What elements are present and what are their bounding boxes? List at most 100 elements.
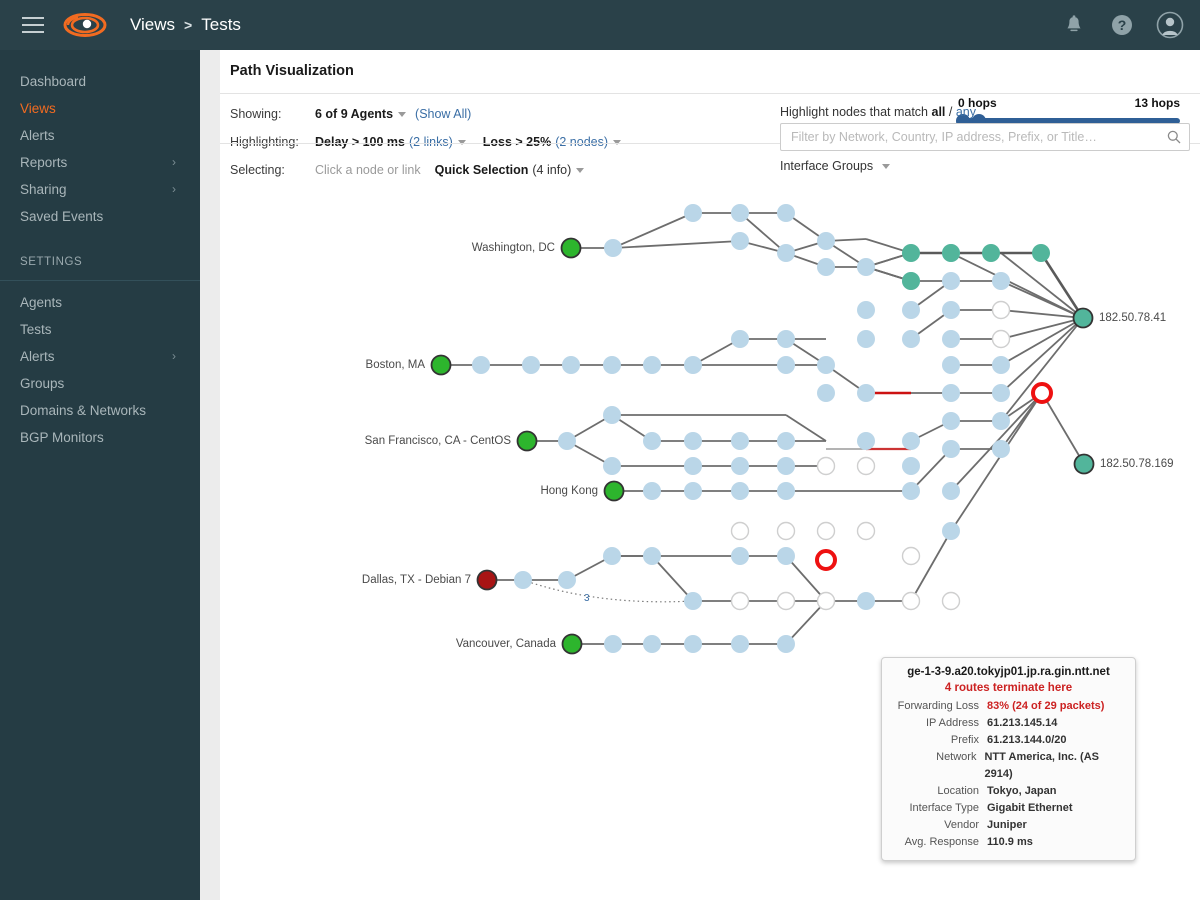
graph-node-hop[interactable] — [942, 301, 960, 319]
graph-node-hop[interactable] — [902, 432, 920, 450]
graph-node-hop[interactable] — [684, 482, 702, 500]
interface-groups-caret-icon[interactable] — [881, 164, 890, 170]
breadcrumb-item-views[interactable]: Views — [130, 15, 175, 35]
showing-value[interactable]: 6 of 9 Agents — [315, 107, 393, 121]
graph-edge[interactable] — [612, 240, 741, 249]
graph-node-hop[interactable] — [777, 244, 795, 262]
graph-node-hop[interactable] — [777, 547, 795, 565]
graph-node-no-response[interactable] — [901, 591, 921, 611]
chevron-right-icon[interactable]: › — [172, 176, 176, 203]
graph-node-no-response[interactable] — [856, 521, 876, 541]
graph-node-hop[interactable] — [942, 330, 960, 348]
sidebar-item-alerts[interactable]: Alerts — [0, 122, 200, 149]
graph-node-no-response[interactable] — [941, 591, 961, 611]
graph-node-no-response[interactable] — [856, 456, 876, 476]
graph-node-agent[interactable] — [476, 569, 498, 591]
highlight-loss-count[interactable]: (2 nodes) — [555, 135, 608, 149]
graph-node-hop[interactable] — [603, 356, 621, 374]
graph-node-hop[interactable] — [902, 457, 920, 475]
graph-node-hop[interactable] — [777, 635, 795, 653]
graph-node-hop[interactable] — [817, 258, 835, 276]
graph-node-no-response[interactable] — [776, 521, 796, 541]
graph-node-destination[interactable] — [1073, 453, 1095, 475]
graph-node-hop[interactable] — [777, 330, 795, 348]
graph-node-hop[interactable] — [857, 258, 875, 276]
graph-node-hop[interactable] — [942, 412, 960, 430]
interface-groups-label[interactable]: Interface Groups — [780, 159, 873, 173]
graph-node-destination-prefix[interactable] — [982, 244, 1000, 262]
graph-node-hop[interactable] — [731, 635, 749, 653]
chevron-right-icon[interactable]: › — [172, 343, 176, 370]
graph-node-agent[interactable] — [560, 237, 582, 259]
graph-node-hop[interactable] — [643, 356, 661, 374]
graph-node-agent[interactable] — [430, 354, 452, 376]
graph-node-destination-prefix[interactable] — [902, 244, 920, 262]
match-all-option[interactable]: all — [932, 105, 946, 119]
graph-node-hop[interactable] — [942, 522, 960, 540]
sidebar-item-sharing[interactable]: Sharing › — [0, 176, 200, 203]
filter-search-box[interactable] — [780, 123, 1190, 151]
quick-selection-caret-icon[interactable] — [576, 167, 585, 173]
graph-node-hop[interactable] — [942, 440, 960, 458]
graph-node-hop[interactable] — [777, 457, 795, 475]
graph-node-hop[interactable] — [817, 384, 835, 402]
graph-node-hop[interactable] — [992, 440, 1010, 458]
graph-node-hop[interactable] — [817, 232, 835, 250]
graph-node-no-response[interactable] — [730, 591, 750, 611]
graph-node-hop[interactable] — [857, 432, 875, 450]
quick-selection-value[interactable]: Quick Selection — [435, 163, 529, 177]
graph-node-destination[interactable] — [1072, 307, 1094, 329]
graph-edge[interactable] — [910, 530, 952, 602]
sidebar-settings-item-agents[interactable]: Agents — [0, 289, 200, 316]
graph-node-hop[interactable] — [558, 432, 576, 450]
sidebar-settings-item-domains-networks[interactable]: Domains & Networks — [0, 397, 200, 424]
show-all-link[interactable]: (Show All) — [415, 107, 471, 121]
graph-node-hop[interactable] — [857, 301, 875, 319]
graph-node-no-response[interactable] — [901, 546, 921, 566]
graph-node-destination-prefix[interactable] — [1032, 244, 1050, 262]
graph-edge[interactable] — [1000, 252, 1084, 319]
graph-node-hop[interactable] — [731, 457, 749, 475]
thousandeyes-eye-logo[interactable] — [62, 10, 108, 40]
graph-node-hop[interactable] — [942, 356, 960, 374]
graph-node-hop[interactable] — [472, 356, 490, 374]
graph-node-hop[interactable] — [992, 356, 1010, 374]
graph-node-hop[interactable] — [942, 272, 960, 290]
graph-node-no-response[interactable] — [730, 521, 750, 541]
graph-node-hop[interactable] — [731, 432, 749, 450]
help-icon[interactable]: ? — [1108, 11, 1136, 39]
graph-node-destination-prefix[interactable] — [902, 272, 920, 290]
sidebar-item-dashboard[interactable]: Dashboard — [0, 68, 200, 95]
graph-node-packet-loss[interactable] — [1031, 382, 1053, 404]
sidebar-settings-item-alerts[interactable]: Alerts › — [0, 343, 200, 370]
graph-edge[interactable] — [651, 555, 694, 602]
user-avatar-icon[interactable] — [1156, 11, 1184, 39]
search-input[interactable] — [789, 124, 1159, 150]
graph-node-hop[interactable] — [731, 547, 749, 565]
graph-node-hop[interactable] — [857, 592, 875, 610]
graph-node-hop[interactable] — [777, 356, 795, 374]
graph-node-hop[interactable] — [562, 356, 580, 374]
graph-node-hop[interactable] — [684, 592, 702, 610]
graph-node-hop[interactable] — [684, 432, 702, 450]
match-any-option[interactable]: any — [956, 105, 976, 119]
graph-node-hop[interactable] — [514, 571, 532, 589]
graph-node-no-response[interactable] — [816, 521, 836, 541]
graph-node-hop[interactable] — [942, 482, 960, 500]
graph-node-hop[interactable] — [777, 482, 795, 500]
graph-node-hop[interactable] — [684, 457, 702, 475]
graph-node-hop[interactable] — [558, 571, 576, 589]
showing-dropdown-caret-icon[interactable] — [398, 111, 407, 117]
graph-node-hop[interactable] — [857, 384, 875, 402]
graph-node-hop[interactable] — [603, 457, 621, 475]
search-icon[interactable] — [1167, 130, 1181, 149]
graph-node-hop[interactable] — [777, 204, 795, 222]
graph-node-agent[interactable] — [603, 480, 625, 502]
graph-edge-hidden-hops[interactable] — [522, 579, 694, 603]
graph-node-no-response[interactable] — [776, 591, 796, 611]
graph-node-no-response[interactable] — [991, 300, 1011, 320]
graph-node-hop[interactable] — [992, 272, 1010, 290]
graph-node-hop[interactable] — [643, 547, 661, 565]
graph-node-hop[interactable] — [731, 204, 749, 222]
graph-node-hop[interactable] — [603, 547, 621, 565]
